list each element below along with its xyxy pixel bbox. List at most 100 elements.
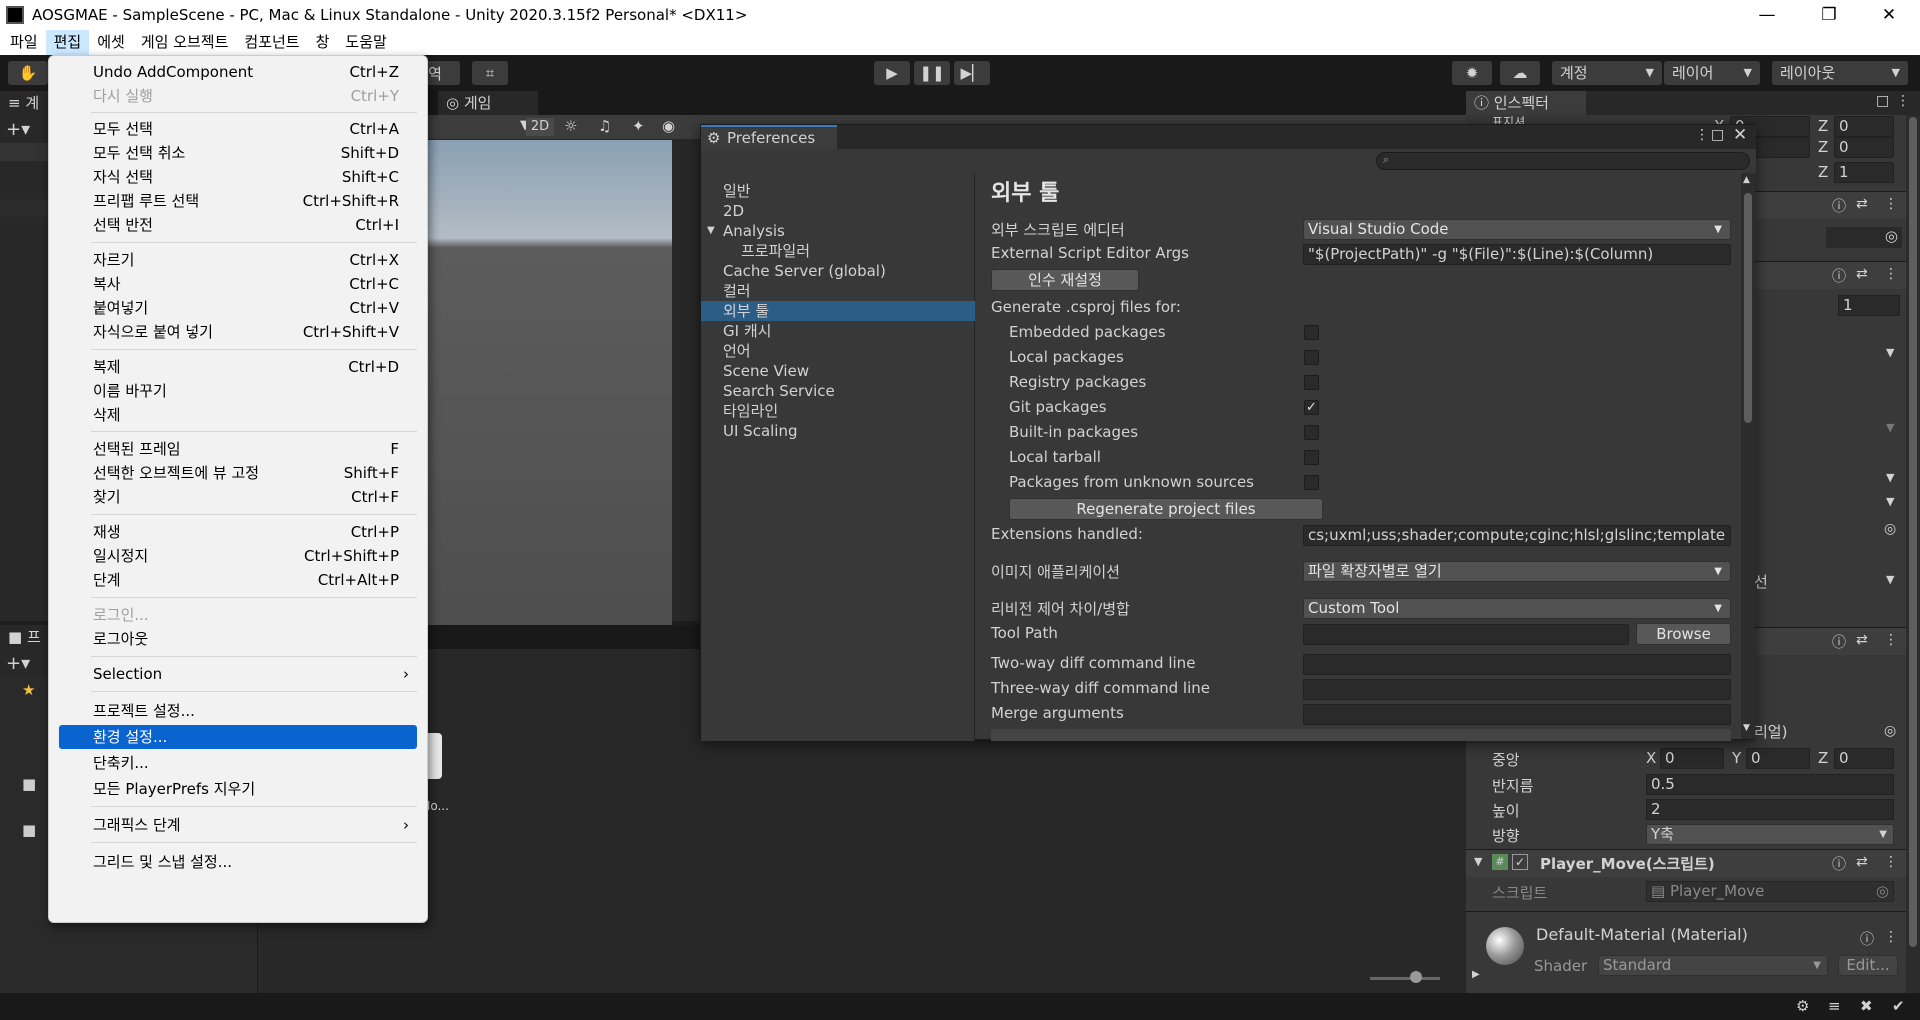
layers-icon[interactable]: ≡ — [1828, 997, 1841, 1015]
position-z-field[interactable]: 0 — [1834, 116, 1894, 137]
pause-button[interactable]: ❚❚ — [914, 61, 950, 85]
folder-icon[interactable]: ■ — [22, 821, 36, 839]
reset-args-button[interactable]: 인수 재설정 — [991, 269, 1139, 291]
preferences-scrollbar[interactable]: ▲ ▼ — [1741, 173, 1755, 739]
lock-icon[interactable]: □ — [1876, 93, 1889, 109]
more-icon[interactable]: ⋮ — [1896, 93, 1910, 109]
menu-item-delete[interactable]: 삭제 — [59, 403, 417, 427]
tab-game[interactable]: ◎ 게임 — [438, 91, 538, 115]
local-packages-checkbox[interactable] — [1304, 350, 1319, 365]
menu-item-invert-selection[interactable]: 선택 반전 Ctrl+I — [59, 213, 417, 237]
nav-item-cache-server[interactable]: Cache Server (global) — [701, 261, 975, 281]
three-way-diff-input[interactable] — [1303, 679, 1731, 700]
menu-help[interactable]: 도움말 — [337, 30, 394, 55]
image-app-dropdown[interactable]: 파일 확장자별로 열기 ▼ — [1303, 561, 1731, 582]
browse-button[interactable]: Browse — [1636, 623, 1731, 645]
two-way-diff-input[interactable] — [1303, 654, 1731, 675]
menu-item-step[interactable]: 단계 Ctrl+Alt+P — [59, 568, 417, 592]
script-component-header[interactable]: ▼ # ✓ Player_Move(스크립트) ⓘ ⇄ ⋮ — [1466, 849, 1906, 877]
minimize-icon[interactable]: — — [1744, 0, 1790, 30]
nav-item-general[interactable]: 일반 — [701, 181, 975, 201]
menu-window[interactable]: 창 — [308, 30, 338, 55]
play-button[interactable]: ▶ — [874, 61, 910, 85]
target-icon[interactable]: ◎ — [1885, 227, 1898, 245]
grid-snap-icon[interactable]: ⌗ — [472, 61, 508, 85]
center-x-field[interactable]: 0 — [1660, 748, 1724, 769]
git-packages-checkbox[interactable]: ✓ — [1304, 400, 1319, 415]
enabled-checkbox[interactable]: ✓ — [1512, 854, 1528, 870]
local-tarball-checkbox[interactable] — [1304, 450, 1319, 465]
hand-tool-icon[interactable]: ✋ — [8, 61, 48, 85]
menu-item-play[interactable]: 재생 Ctrl+P — [59, 520, 417, 544]
revision-control-dropdown[interactable]: Custom Tool ▼ — [1303, 598, 1731, 619]
menu-item-grid-snap-settings[interactable]: 그리드 및 스냅 설정... — [59, 850, 417, 874]
nav-item-search-service[interactable]: Search Service — [701, 381, 975, 401]
scroll-up-icon[interactable]: ▲ — [1743, 175, 1750, 185]
maximize-icon[interactable]: ❐ — [1806, 0, 1852, 30]
menu-item-clear-playerprefs[interactable]: 모든 PlayerPrefs 지우기 — [59, 777, 417, 801]
more-icon[interactable]: ⋮ — [1695, 127, 1709, 143]
chevron-down-icon[interactable]: ▼ — [1886, 471, 1894, 484]
collab-icon[interactable]: ✹ — [1452, 61, 1492, 85]
menu-item-preferences[interactable]: 환경 설정... — [59, 725, 417, 749]
debug-icon[interactable]: ⚙ — [1796, 997, 1809, 1015]
more-icon[interactable]: ⋮ — [1884, 196, 1898, 212]
help-icon[interactable]: ⓘ — [1832, 632, 1846, 652]
layers-dropdown[interactable]: 레이어 ▼ — [1664, 61, 1760, 85]
direction-dropdown[interactable]: Y축 ▼ — [1646, 824, 1894, 845]
menu-item-duplicate[interactable]: 복제 Ctrl+D — [59, 355, 417, 379]
chevron-down-icon[interactable]: ▼ — [1886, 421, 1894, 434]
menu-edit[interactable]: 편집 — [45, 30, 90, 55]
preset-icon[interactable]: ⇄ — [1856, 854, 1868, 870]
folder-icon[interactable]: ■ — [22, 775, 36, 793]
preset-icon[interactable]: ⇄ — [1856, 196, 1868, 212]
more-icon[interactable]: ⋮ — [1884, 929, 1898, 945]
menu-item-undo[interactable]: Undo AddComponent Ctrl+Z — [59, 60, 417, 84]
help-icon[interactable]: ⓘ — [1832, 196, 1846, 216]
center-z-field[interactable]: 0 — [1834, 748, 1894, 769]
rotation-z-field[interactable]: 0 — [1834, 137, 1894, 158]
chevron-down-icon[interactable]: ▼ — [1886, 495, 1894, 508]
nav-item-language[interactable]: 언어 — [701, 341, 975, 361]
account-dropdown[interactable]: 계정 ▼ — [1552, 61, 1662, 85]
extensions-input[interactable]: cs;uxml;uss;shader;compute;cginc;hlsl;gl… — [1303, 525, 1731, 546]
target-icon[interactable]: ◎ — [1884, 723, 1896, 739]
search-input[interactable]: ⌕ — [1376, 152, 1750, 170]
menu-item-deselect-all[interactable]: 모두 선택 취소 Shift+D — [59, 141, 417, 165]
nav-item-analysis[interactable]: ▼ Analysis — [701, 221, 975, 241]
preset-icon[interactable]: ⇄ — [1856, 632, 1868, 648]
more-icon[interactable]: ⋮ — [1884, 854, 1898, 870]
add-icon[interactable]: +▾ — [6, 653, 30, 674]
object-field[interactable]: ◎ — [1826, 227, 1902, 248]
script-editor-dropdown[interactable]: Visual Studio Code ▼ — [1303, 219, 1731, 240]
favorites-star-icon[interactable]: ★ — [22, 681, 35, 699]
menu-assets[interactable]: 에셋 — [89, 30, 133, 55]
merge-arguments-input[interactable] — [1303, 704, 1731, 725]
scroll-down-icon[interactable]: ▼ — [1743, 723, 1750, 733]
foldout-icon[interactable]: ▼ — [1474, 855, 1482, 868]
numeric-field[interactable]: 1 — [1838, 295, 1900, 316]
menu-item-frame-selected[interactable]: 선택된 프레임 F — [59, 437, 417, 461]
menu-item-select-prefab-root[interactable]: 프리팹 루트 선택 Ctrl+Shift+R — [59, 189, 417, 213]
add-icon[interactable]: +▾ — [6, 119, 30, 140]
menu-item-graphics-tier[interactable]: 그래픽스 단계 › — [59, 813, 417, 837]
target-icon[interactable]: ◎ — [1884, 521, 1896, 537]
unknown-sources-checkbox[interactable] — [1304, 475, 1319, 490]
maximize-icon[interactable]: □ — [1711, 127, 1724, 143]
chevron-down-icon[interactable]: ▼ — [1886, 573, 1894, 586]
preset-icon[interactable]: ⇄ — [1856, 266, 1868, 282]
inspector-scrollbar[interactable] — [1906, 115, 1920, 993]
tab-inspector[interactable]: ⓘ 인스펙터 — [1466, 91, 1586, 115]
menu-item-cut[interactable]: 자르기 Ctrl+X — [59, 248, 417, 272]
menu-item-select-children[interactable]: 자식 선택 Shift+C — [59, 165, 417, 189]
audio-icon[interactable]: ♫ — [598, 117, 611, 135]
menu-item-paste[interactable]: 붙여넣기 Ctrl+V — [59, 296, 417, 320]
embedded-packages-checkbox[interactable] — [1304, 325, 1319, 340]
nav-item-ui-scaling[interactable]: UI Scaling — [701, 421, 975, 441]
nav-item-profiler[interactable]: 프로파일러 — [701, 241, 975, 261]
step-button[interactable]: ▶▏ — [954, 61, 990, 85]
nav-item-colors[interactable]: 컬러 — [701, 281, 975, 301]
radius-field[interactable]: 0.5 — [1646, 774, 1894, 795]
chevron-down-icon[interactable]: ▼ — [1886, 346, 1894, 359]
menu-item-copy[interactable]: 복사 Ctrl+C — [59, 272, 417, 296]
